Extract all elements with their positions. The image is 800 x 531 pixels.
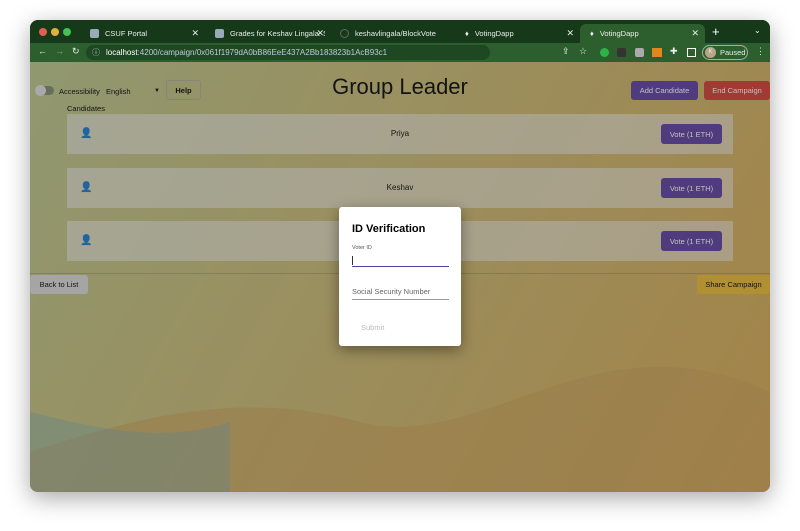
address-bar: ← → ↻ ⓘ localhost:4200/campaign/0x061f197… xyxy=(30,43,770,62)
url-path: :4200/campaign/0x061f1979dA0bB86EeE437A2… xyxy=(137,48,388,57)
tab-votingdapp[interactable]: ♦ VotingDapp ✕ xyxy=(455,24,580,43)
tab-search-chevron-icon[interactable]: ⌄ xyxy=(754,26,761,35)
info-icon: ⓘ xyxy=(92,48,100,57)
tab-title: CSUF Portal xyxy=(105,29,148,38)
github-icon xyxy=(340,29,349,38)
tab-title: VotingDapp xyxy=(474,29,514,38)
tab-csuf[interactable]: CSUF Portal ✕ xyxy=(80,24,205,43)
tab-title: Grades for Keshav Lingala: Sp xyxy=(230,29,325,38)
bookmark-star-icon[interactable]: ☆ xyxy=(579,46,587,57)
tab-favicon-icon xyxy=(215,29,224,38)
close-tab-icon[interactable]: ✕ xyxy=(316,28,324,39)
metamask-icon[interactable] xyxy=(652,48,662,57)
tab-bar: CSUF Portal ✕ Grades for Keshav Lingala: … xyxy=(30,20,770,43)
new-tab-button[interactable]: + xyxy=(712,24,720,39)
profile-status: Paused xyxy=(720,48,746,57)
tab-favicon-icon xyxy=(90,29,99,38)
tab-grades[interactable]: Grades for Keshav Lingala: Sp ✕ xyxy=(205,24,330,43)
tab-title: keshavlingala/BlockVote xyxy=(355,29,436,38)
share-icon[interactable]: ⇪ xyxy=(562,46,570,57)
page-content: Accessibility English ▼ Help Group Leader… xyxy=(30,62,770,492)
text-cursor xyxy=(352,256,353,265)
extensions-puzzle-icon[interactable]: ✚ xyxy=(670,46,678,57)
url-host: localhost xyxy=(106,48,138,57)
ethereum-icon: ♦ xyxy=(465,29,469,38)
browser-window: CSUF Portal ✕ Grades for Keshav Lingala: … xyxy=(30,20,770,492)
close-window-button[interactable] xyxy=(39,28,47,36)
tab-title: VotingDapp xyxy=(599,29,639,38)
back-icon[interactable]: ← xyxy=(38,46,47,56)
reload-icon[interactable]: ↻ xyxy=(72,46,80,57)
avatar: K xyxy=(705,47,716,58)
close-tab-icon[interactable]: ✕ xyxy=(191,28,199,39)
forward-icon[interactable]: → xyxy=(55,46,64,56)
profile-button[interactable]: K Paused xyxy=(702,45,748,60)
menu-icon[interactable]: ⋮ xyxy=(756,46,765,57)
ethereum-icon: ♦ xyxy=(590,29,594,38)
side-panel-icon[interactable] xyxy=(687,48,696,57)
extension-icon[interactable] xyxy=(635,48,644,57)
maximize-window-button[interactable] xyxy=(63,28,71,36)
url-input[interactable]: ⓘ localhost:4200/campaign/0x061f1979dA0bB… xyxy=(86,45,490,60)
voter-id-label: Voter ID xyxy=(352,245,372,251)
ssn-input[interactable]: Social Security Number xyxy=(352,287,449,300)
voter-id-input[interactable] xyxy=(352,253,449,267)
id-verification-dialog: ID Verification Voter ID Social Security… xyxy=(339,207,461,346)
tab-votingdapp-active[interactable]: ♦ VotingDapp ✕ xyxy=(580,24,705,43)
close-tab-icon[interactable]: ✕ xyxy=(566,28,574,39)
extension-icon[interactable] xyxy=(617,48,626,57)
tab-github[interactable]: keshavlingala/BlockVote xyxy=(330,24,455,43)
close-tab-icon[interactable]: ✕ xyxy=(691,28,699,39)
minimize-window-button[interactable] xyxy=(51,28,59,36)
dialog-title: ID Verification xyxy=(352,223,426,235)
submit-button[interactable]: Submit xyxy=(361,323,384,332)
grammarly-extension-icon[interactable] xyxy=(600,48,609,57)
